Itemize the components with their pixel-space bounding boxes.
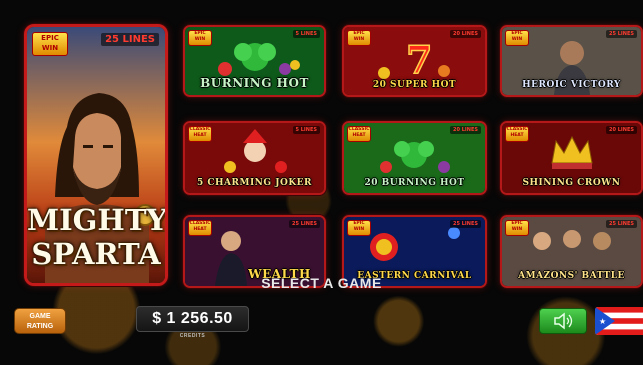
svg-text:★: ★ — [599, 317, 606, 326]
game-title: 5 CHARMING JOKER — [196, 178, 312, 188]
lines-count: 25 LINES — [101, 33, 159, 46]
game-rating-label-line2: RATING — [26, 323, 54, 330]
language-selector[interactable]: ★ — [595, 307, 643, 335]
credits-display: $ 1 256.50 — [136, 306, 249, 332]
classic-heat-badge: CLASSIC HEAT — [347, 126, 371, 142]
lines-count: 25 LINES — [450, 220, 481, 228]
lines-count: 25 LINES — [289, 220, 320, 228]
classic-heat-badge: CLASSIC HEAT — [188, 126, 212, 142]
classic-heat-badge: CLASSIC HEAT — [188, 220, 212, 236]
epic-win-badge: EPIC WIN — [505, 220, 529, 236]
select-game-label: SELECT A GAME — [261, 275, 382, 291]
game-title-line2: SPARTA — [31, 237, 161, 271]
epic-win-badge: EPIC WIN — [347, 30, 371, 46]
speaker-icon — [554, 312, 573, 330]
game-title-line1: MIGHTY — [27, 203, 168, 237]
game-tile-5-charming-joker[interactable]: CLASSIC HEAT 5 LINES 5 CHARMING JOKER — [183, 121, 326, 195]
puerto-rico-flag-icon: ★ — [595, 307, 643, 335]
game-title: BURNING HOT — [200, 76, 309, 90]
game-title: SHINING CROWN — [522, 178, 621, 188]
credits-label: CREDITS — [179, 333, 206, 339]
game-tile-mighty-sparta[interactable]: EPIC WIN 25 LINES MIGHTY SPARTA — [24, 24, 168, 286]
sound-toggle-button[interactable] — [539, 308, 587, 334]
lines-count: 5 LINES — [292, 30, 320, 38]
game-title: HEROIC VICTORY — [522, 80, 621, 90]
game-rating-label-line1: GAME — [29, 313, 51, 320]
epic-win-badge: EPIC WIN — [32, 32, 68, 56]
game-title: 20 SUPER HOT — [372, 80, 457, 90]
game-title: 20 BURNING HOT — [364, 178, 465, 188]
lines-count: 20 LINES — [606, 126, 637, 134]
epic-win-badge: EPIC WIN — [188, 30, 212, 46]
game-tile-burning-hot[interactable]: EPIC WIN 5 LINES BURNING HOT — [183, 25, 326, 97]
game-tile-heroic-victory[interactable]: EPIC WIN 25 LINES HEROIC VICTORY — [500, 25, 643, 97]
game-tile-20-burning-hot[interactable]: CLASSIC HEAT 20 LINES 20 BURNING HOT — [342, 121, 487, 195]
game-tile-shining-crown[interactable]: CLASSIC HEAT 20 LINES SHINING CROWN — [500, 121, 643, 195]
game-tile-20-super-hot[interactable]: 7 EPIC WIN 20 LINES 20 SUPER HOT — [342, 25, 487, 97]
lines-count: 25 LINES — [606, 220, 637, 228]
classic-heat-badge: CLASSIC HEAT — [505, 126, 529, 142]
lines-count: 20 LINES — [450, 126, 481, 134]
epic-win-badge: EPIC WIN — [347, 220, 371, 236]
game-rating-button[interactable]: GAME RATING — [14, 308, 66, 334]
lines-count: 25 LINES — [606, 30, 637, 38]
credits-value: $ 1 256.50 — [152, 310, 233, 327]
lines-count: 5 LINES — [292, 126, 320, 134]
lines-count: 20 LINES — [450, 30, 481, 38]
epic-win-badge: EPIC WIN — [505, 30, 529, 46]
svg-text:7: 7 — [406, 37, 432, 82]
